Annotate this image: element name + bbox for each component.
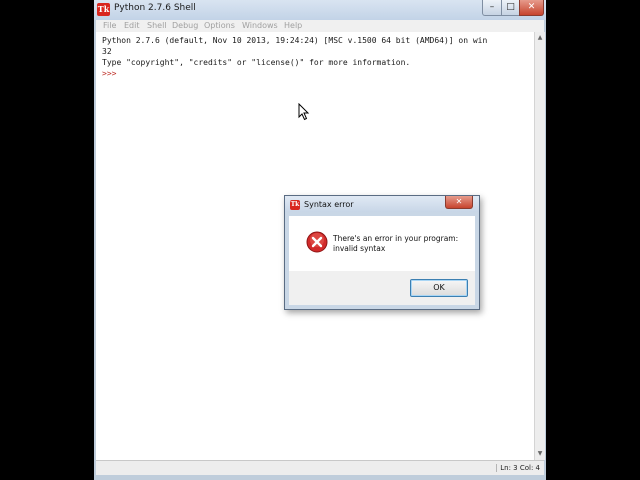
banner-line-3: Type "copyright", "credits" or "license(… — [102, 58, 411, 67]
scroll-up-arrow-icon[interactable]: ▲ — [536, 34, 544, 42]
scroll-down-arrow-icon[interactable]: ▼ — [536, 450, 544, 458]
menu-options[interactable]: Options — [204, 21, 235, 30]
minimize-button[interactable]: – — [482, 0, 502, 16]
menu-help[interactable]: Help — [284, 21, 302, 30]
maximize-button[interactable]: □ — [501, 0, 520, 16]
close-button[interactable]: ✕ — [519, 0, 544, 16]
menu-bar: File Edit Shell Debug Options Windows He… — [96, 20, 544, 32]
banner-line-2: 32 — [102, 47, 112, 56]
menu-windows[interactable]: Windows — [242, 21, 278, 30]
window-title: Python 2.7.6 Shell — [114, 3, 196, 13]
tk-app-icon: Tk — [97, 3, 110, 16]
cursor-position: Ln: 3 Col: 4 — [496, 464, 540, 472]
menu-shell[interactable]: Shell — [147, 21, 167, 30]
ok-button[interactable]: OK — [410, 279, 468, 297]
dialog-title-bar[interactable]: Tk Syntax error ✕ — [285, 196, 479, 212]
menu-file[interactable]: File — [103, 21, 116, 30]
error-message-line-1: There's an error in your program: — [333, 234, 459, 243]
dialog-title: Syntax error — [304, 200, 354, 209]
shell-prompt: >>> — [102, 69, 117, 78]
dialog-footer: OK — [289, 271, 475, 305]
mouse-pointer-icon — [298, 103, 310, 121]
vertical-scrollbar[interactable]: ▲ ▼ — [534, 32, 545, 460]
error-message-line-2: invalid syntax — [333, 244, 386, 253]
banner-line-1: Python 2.7.6 (default, Nov 10 2013, 19:2… — [102, 36, 488, 45]
dialog-body: There's an error in your program: invali… — [289, 216, 475, 271]
title-bar[interactable]: Tk Python 2.7.6 Shell – □ ✕ — [94, 0, 546, 20]
menu-debug[interactable]: Debug — [172, 21, 198, 30]
menu-edit[interactable]: Edit — [124, 21, 140, 30]
status-bar: Ln: 3 Col: 4 — [96, 460, 544, 475]
dialog-close-button[interactable]: ✕ — [445, 196, 473, 209]
tk-dialog-icon: Tk — [290, 200, 300, 210]
syntax-error-dialog: Tk Syntax error ✕ There's an error in yo… — [284, 195, 480, 310]
error-icon — [306, 231, 328, 253]
